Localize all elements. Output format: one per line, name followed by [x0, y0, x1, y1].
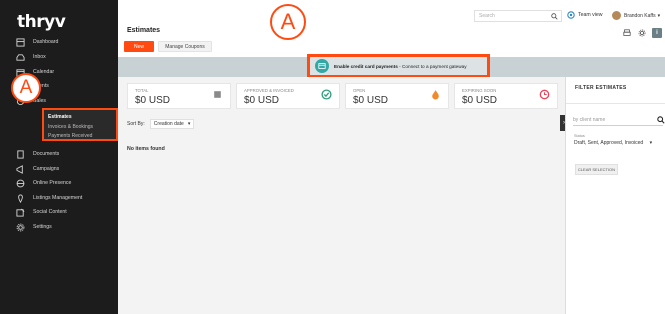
sidebar-item-documents[interactable]: Documents — [15, 148, 59, 160]
chevron-down-icon: ▾ — [649, 140, 653, 146]
callout-badge-sidebar: A — [11, 73, 41, 103]
sidebar-item-social[interactable]: Social Content — [15, 206, 67, 218]
status-select[interactable]: Draft, Sent, Approved, Invoiced ▾ — [574, 140, 652, 146]
divider — [566, 103, 665, 104]
filter-title: FILTER ESTIMATES — [575, 85, 627, 91]
team-view-toggle[interactable]: Team view — [567, 11, 603, 19]
sidebar-item-online-presence[interactable]: Online Presence — [15, 177, 71, 189]
summary-card-approved[interactable]: APPROVED & INVOICED $0 USD — [236, 83, 340, 109]
print-icon[interactable] — [622, 28, 632, 38]
sidebar-item-label: Calendar — [33, 69, 55, 75]
card-value: $0 USD — [462, 95, 498, 106]
dashboard-icon — [15, 37, 25, 47]
inbox-icon — [15, 52, 25, 62]
coins-icon — [214, 91, 221, 98]
page-title: Estimates — [127, 27, 161, 34]
banner-bold-text: Enable credit card payments — [334, 63, 398, 69]
team-view-label: Team view — [578, 12, 603, 18]
card-label: APPROVED & INVOICED — [244, 88, 294, 93]
sort-label: Sort By: — [127, 121, 145, 127]
client-input-placeholder: by client name — [573, 117, 606, 123]
credit-card-icon — [315, 59, 329, 73]
gear-icon — [15, 222, 25, 232]
clock-icon — [539, 89, 550, 100]
sort-select[interactable]: Creation date ▾ — [149, 119, 195, 129]
new-estimate-button[interactable]: New — [124, 41, 154, 52]
user-name: Brandon Kaffs — [624, 12, 656, 19]
user-menu[interactable]: Brandon Kaffs ▾ — [612, 11, 660, 20]
clear-selection-button[interactable]: CLEAR SELECTION — [575, 164, 618, 175]
card-label: OPEN — [353, 88, 366, 93]
sidebar-item-label: Inbox — [33, 54, 46, 60]
sidebar-item-label: Online Presence — [33, 180, 72, 186]
sidebar-item-inbox[interactable]: Inbox — [15, 51, 46, 63]
summary-card-total[interactable]: TOTAL $0 USD — [127, 83, 231, 109]
search-icon[interactable] — [551, 13, 558, 20]
sidebar: thryv Dashboard Inbox Calendar Clients S… — [0, 0, 118, 314]
callout-badge-banner: A — [270, 4, 306, 40]
card-label: TOTAL — [135, 88, 149, 93]
status-label: Status — [574, 134, 585, 138]
team-view-icon — [567, 11, 575, 19]
sidebar-item-label: Campaigns — [33, 166, 60, 172]
info-icon[interactable]: i — [652, 28, 662, 38]
sidebar-item-campaigns[interactable]: Campaigns — [15, 163, 59, 175]
sidebar-subitem-payments[interactable]: Payments Received — [48, 133, 92, 139]
documents-icon — [15, 149, 25, 159]
sidebar-item-label: Social Content — [33, 209, 67, 215]
card-label: EXPIRING SOON — [462, 88, 497, 93]
avatar — [612, 11, 621, 20]
sidebar-item-dashboard[interactable]: Dashboard — [15, 36, 58, 48]
chevron-down-icon: ▾ — [657, 12, 661, 19]
search-placeholder: Search — [479, 13, 495, 19]
sort-value: Creation date — [153, 121, 184, 127]
gear-icon[interactable] — [637, 28, 647, 38]
campaigns-icon — [15, 164, 25, 174]
sidebar-item-listings[interactable]: Listings Management — [15, 192, 82, 204]
card-value: $0 USD — [135, 95, 171, 106]
search-input[interactable]: Search — [474, 10, 562, 22]
sidebar-item-settings[interactable]: Settings — [15, 221, 52, 233]
card-value: $0 USD — [353, 95, 389, 106]
search-icon[interactable] — [657, 116, 665, 124]
sidebar-item-label: Documents — [33, 151, 60, 157]
sales-submenu-highlight: Estimates Invoices & Bookings Payments R… — [42, 108, 118, 141]
globe-icon — [15, 178, 25, 188]
sidebar-subitem-estimates[interactable]: Estimates — [48, 114, 72, 120]
banner-text: - Connect to a payment gateway — [397, 63, 467, 69]
filter-panel: FILTER ESTIMATES by client name Status D… — [565, 77, 665, 314]
summary-card-expiring[interactable]: EXPIRING SOON $0 USD — [454, 83, 558, 109]
social-icon — [15, 207, 25, 217]
status-value: Draft, Sent, Approved, Invoiced — [574, 140, 644, 146]
chevron-down-icon: ▾ — [187, 121, 191, 127]
empty-state-text: No items found — [127, 146, 165, 152]
sidebar-item-label: Settings — [33, 224, 52, 230]
listings-icon — [15, 193, 25, 203]
thryv-logo[interactable]: thryv — [17, 12, 66, 32]
estimates-content — [118, 77, 565, 314]
summary-card-open[interactable]: OPEN $0 USD — [345, 83, 449, 109]
client-name-input[interactable]: by client name — [573, 115, 665, 126]
sidebar-item-label: Listings Management — [33, 195, 83, 201]
sort-by: Sort By: Creation date ▾ — [127, 119, 195, 129]
check-doc-icon — [321, 89, 332, 100]
sidebar-item-label: Dashboard — [33, 39, 59, 45]
sidebar-subitem-invoices[interactable]: Invoices & Bookings — [48, 124, 93, 130]
fire-icon — [432, 90, 439, 100]
card-value: $0 USD — [244, 95, 280, 106]
manage-coupons-button[interactable]: Manage Coupons — [158, 41, 212, 52]
enable-payments-link[interactable]: Enable credit card payments - Connect to… — [307, 54, 490, 78]
